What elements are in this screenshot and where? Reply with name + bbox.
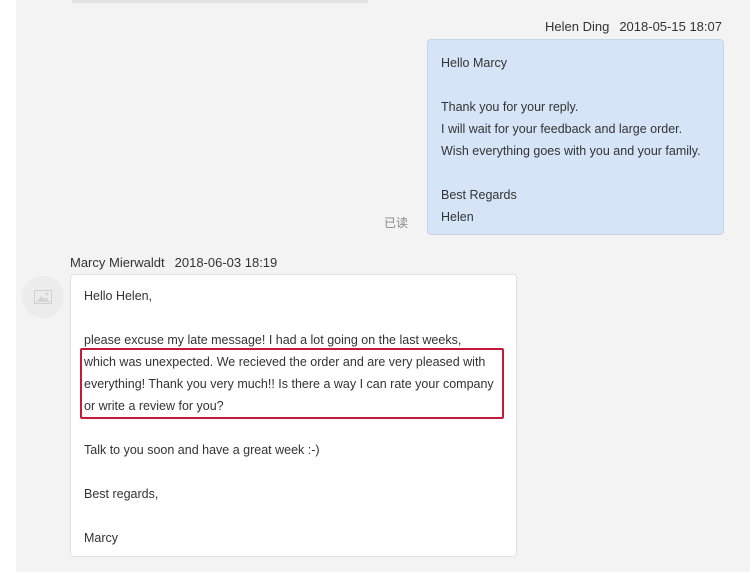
highlight-box [80, 348, 504, 419]
outgoing-timestamp: 2018-05-15 18:07 [619, 19, 722, 34]
incoming-sender-name: Marcy Mierwaldt [70, 255, 165, 270]
message-line: Hello Marcy [441, 56, 507, 70]
read-status-label: 已读 [384, 216, 409, 230]
previous-message-stub [72, 0, 368, 3]
incoming-timestamp: 2018-06-03 18:19 [174, 255, 278, 270]
message-line: I will wait for your feedback and large … [441, 122, 683, 136]
image-placeholder-icon [34, 290, 52, 304]
message-line: Hello Helen, [84, 289, 153, 303]
avatar[interactable] [22, 276, 64, 318]
message-line: Talk to you soon and have a great week :… [84, 443, 320, 457]
outgoing-message-bubble: Hello Marcy Thank you for your reply. I … [427, 39, 724, 235]
outgoing-sender-name: Helen Ding [545, 19, 610, 34]
outgoing-message-meta: Helen Ding 2018-05-15 18:07 [545, 19, 722, 34]
message-line: Wish everything goes with you and your f… [441, 144, 701, 158]
message-line: Best regards, [84, 487, 159, 501]
message-line: Marcy [84, 531, 119, 545]
incoming-message-meta: Marcy Mierwaldt 2018-06-03 18:19 [70, 255, 277, 270]
message-line: Helen [441, 210, 474, 224]
message-line: Thank you for your reply. [441, 100, 579, 114]
message-line: Best Regards [441, 188, 517, 202]
